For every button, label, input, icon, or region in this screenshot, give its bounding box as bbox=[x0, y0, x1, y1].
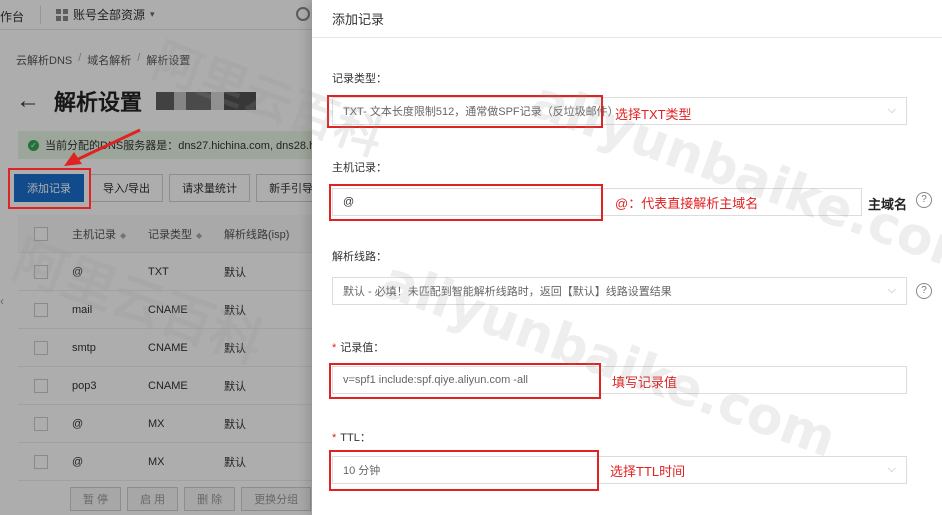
beginner-guide-button[interactable]: 新手引导 bbox=[256, 174, 312, 202]
row-checkbox[interactable] bbox=[34, 302, 48, 317]
highlight-box bbox=[329, 450, 599, 491]
host-record-label: 主机记录： bbox=[332, 162, 387, 174]
help-icon[interactable]: ? bbox=[916, 283, 932, 299]
batch-actions: 暂 停 启 用 删 除 更换分组 bbox=[70, 487, 312, 511]
row-checkbox[interactable] bbox=[34, 378, 48, 393]
annotation-ttl: 选择TTL时间 bbox=[610, 464, 686, 479]
add-record-drawer: 添加记录 记录类型： TXT- 文本长度限制512，通常做SPF记录（反垃圾邮件… bbox=[312, 0, 942, 515]
ttl-label: * TTL： bbox=[332, 432, 371, 444]
select-all-checkbox[interactable] bbox=[34, 226, 48, 241]
help-icon[interactable]: ? bbox=[916, 192, 932, 208]
chevron-down-icon: ⌵ bbox=[887, 463, 896, 475]
page-title: 解析设置 bbox=[54, 90, 143, 115]
breadcrumb-item: 解析设置 bbox=[146, 55, 191, 67]
back-arrow-icon[interactable]: ← bbox=[16, 89, 40, 113]
annotation-arrow-icon bbox=[64, 128, 141, 166]
drawer-title: 添加记录 bbox=[332, 12, 385, 27]
sort-icon: ◆ bbox=[120, 230, 127, 240]
table-row: smtp CNAME 默认 bbox=[18, 329, 312, 367]
resolve-line-select[interactable]: 默认 - 必填！未匹配到智能解析线路时，返回【默认】线路设置结果 ⌵ bbox=[332, 277, 907, 305]
pause-button[interactable]: 暂 停 bbox=[70, 487, 122, 511]
search-icon[interactable] bbox=[296, 7, 310, 21]
breadcrumb-item[interactable]: 域名解析 bbox=[87, 52, 131, 68]
import-export-button[interactable]: 导入/导出 bbox=[90, 174, 164, 202]
sort-icon: ◆ bbox=[196, 230, 203, 240]
breadcrumb: 云解析DNS / 域名解析 / 解析设置 bbox=[16, 52, 191, 68]
background-page: 作台 账号全部资源 ▾ 云解析DNS / 域名解析 / 解析设置 ← 解析设置 … bbox=[0, 0, 312, 515]
chevron-down-icon: ⌵ bbox=[887, 284, 896, 296]
column-header[interactable]: 记录类型 ◆ bbox=[148, 226, 224, 242]
row-checkbox[interactable] bbox=[34, 454, 48, 469]
divider bbox=[40, 6, 41, 24]
records-table: 主机记录 ◆ 记录类型 ◆ 解析线路(isp) @ TXT 默认 mail CNAME 默认… bbox=[18, 215, 312, 481]
request-stats-button[interactable]: 请求量统计 bbox=[169, 174, 251, 202]
row-checkbox[interactable] bbox=[34, 416, 48, 431]
page-header: ← 解析设置 bbox=[16, 86, 257, 116]
chevron-down-icon: ⌵ bbox=[887, 104, 896, 116]
divider bbox=[312, 37, 942, 38]
annotation-record-type: 选择TXT类型 bbox=[615, 107, 692, 122]
row-checkbox[interactable] bbox=[34, 264, 48, 279]
chevron-down-icon: ▾ bbox=[150, 9, 155, 19]
highlight-box bbox=[329, 184, 603, 221]
redacted-domain bbox=[156, 92, 257, 110]
record-value-label: * 记录值： bbox=[332, 342, 385, 354]
annotation-host-record: @：代表直接解析主域名 bbox=[615, 196, 759, 211]
domain-suffix: 主域名 bbox=[868, 197, 908, 212]
enable-button[interactable]: 启 用 bbox=[127, 487, 179, 511]
chevron-left-icon[interactable]: ‹ bbox=[0, 294, 4, 308]
table-row: mail CNAME 默认 bbox=[18, 291, 312, 329]
column-header[interactable]: 主机记录 ◆ bbox=[72, 226, 148, 242]
check-circle-icon: ✓ bbox=[28, 139, 39, 151]
table-header: 主机记录 ◆ 记录类型 ◆ 解析线路(isp) bbox=[18, 215, 312, 253]
resolve-line-label: 解析线路： bbox=[332, 251, 387, 263]
table-row: @ MX 默认 bbox=[18, 405, 312, 443]
resolve-line-value: 默认 - 必填！未匹配到智能解析线路时，返回【默认】线路设置结果 bbox=[343, 286, 672, 298]
table-row: pop3 CNAME 默认 bbox=[18, 367, 312, 405]
workbench-link[interactable]: 作台 bbox=[0, 8, 24, 25]
table-row: @ TXT 默认 bbox=[18, 253, 312, 291]
highlight-box bbox=[8, 168, 91, 209]
top-bar: 作台 账号全部资源 ▾ bbox=[0, 0, 312, 30]
breadcrumb-item[interactable]: 云解析DNS bbox=[16, 52, 72, 68]
table-row: @ MX 默认 bbox=[18, 443, 312, 481]
account-scope-dropdown[interactable]: 账号全部资源 ▾ bbox=[56, 6, 155, 23]
highlight-box bbox=[329, 363, 601, 399]
record-type-label: 记录类型： bbox=[332, 73, 387, 85]
highlight-box bbox=[327, 95, 603, 128]
grid-icon bbox=[56, 8, 68, 21]
delete-button[interactable]: 删 除 bbox=[184, 487, 236, 511]
column-header: 解析线路(isp) bbox=[224, 228, 290, 241]
annotation-record-value: 填写记录值 bbox=[612, 375, 678, 390]
row-checkbox[interactable] bbox=[34, 340, 48, 355]
change-group-button[interactable]: 更换分组 bbox=[241, 487, 312, 511]
account-scope-label: 账号全部资源 bbox=[73, 8, 146, 22]
